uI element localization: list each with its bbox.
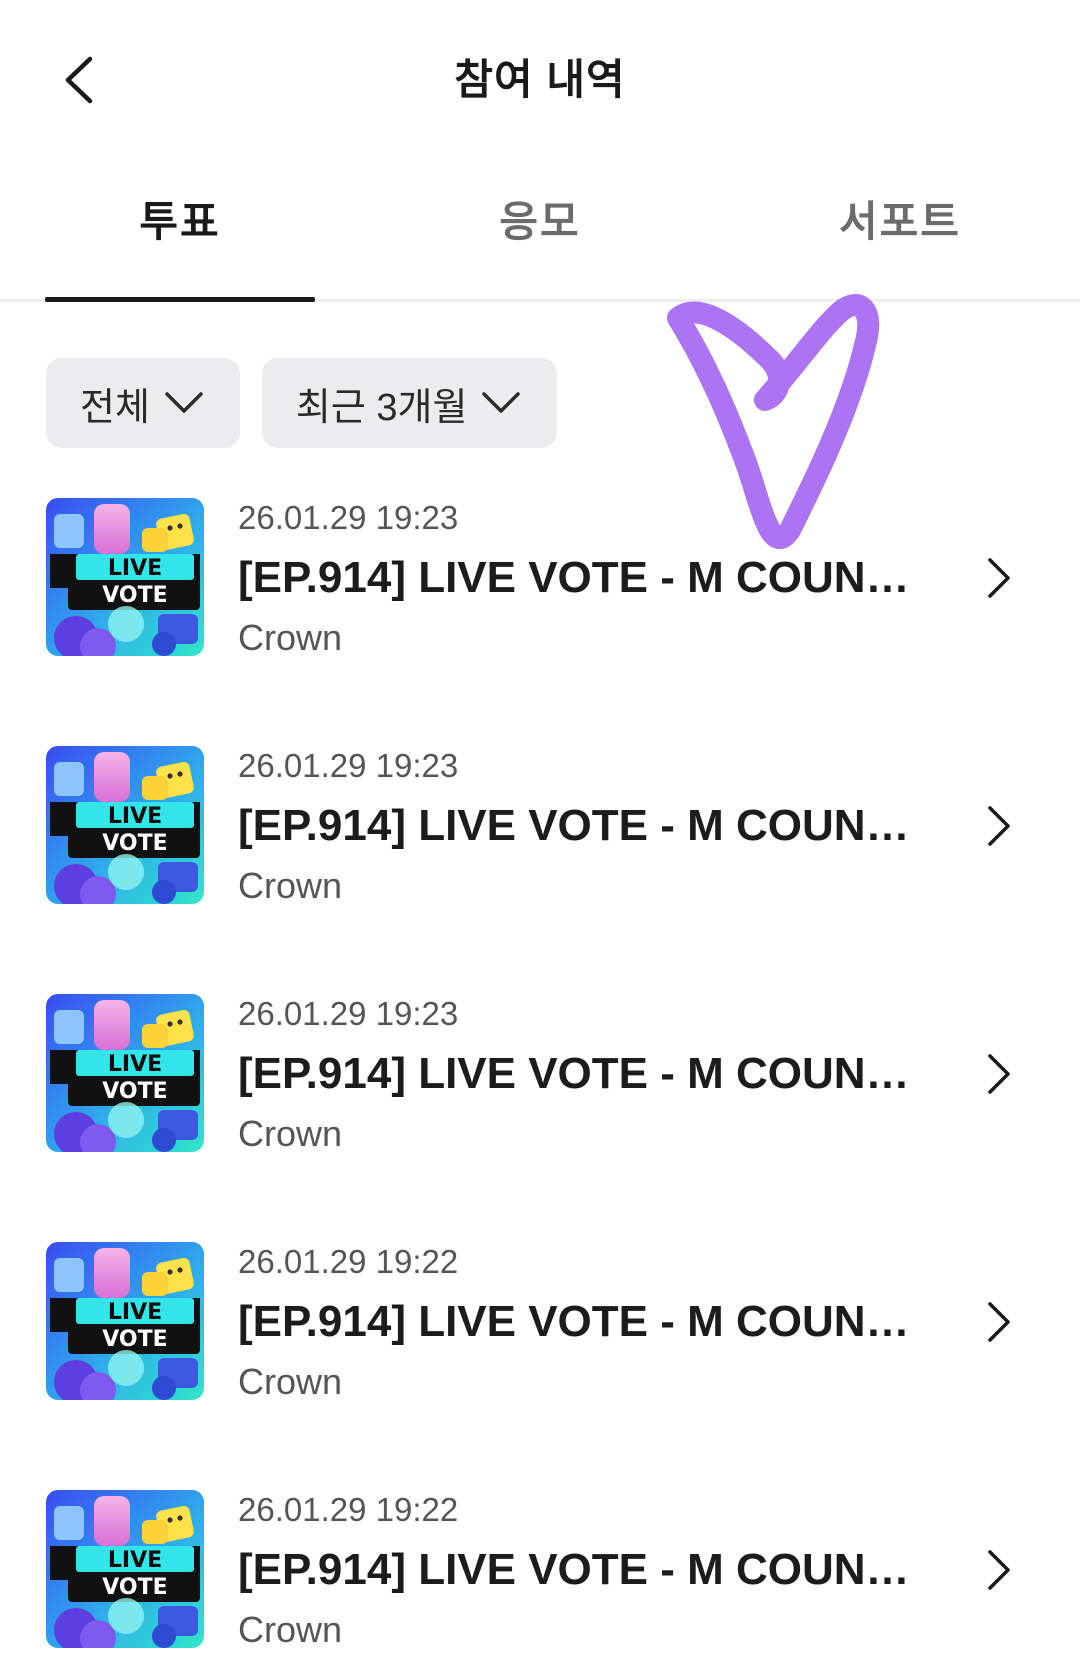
vote-subtitle: Crown: [238, 865, 343, 906]
participation-date: 26.01.29 19:22: [238, 1243, 459, 1280]
svg-text:LIVE: LIVE: [108, 556, 162, 581]
filter-bar: 전체 최근 3개월: [46, 358, 558, 448]
participation-date: 26.01.29 19:23: [238, 747, 459, 784]
svg-text:LIVE: LIVE: [108, 1300, 162, 1325]
svg-text:VOTE: VOTE: [102, 1079, 167, 1104]
tab-bar: 투표 응모 서포트: [0, 160, 1080, 302]
tab-vote[interactable]: 투표: [0, 160, 360, 302]
vote-title: [EP.914] LIVE VOTE - M COUNTDOWN: [238, 801, 928, 850]
active-tab-indicator: [45, 297, 315, 302]
list-item[interactable]: LIVE VOTE 26.01.29 19:22 [EP.914] LIVE V…: [0, 1490, 1080, 1674]
participation-date: 26.01.29 19:22: [238, 1491, 459, 1528]
vote-thumbnail: LIVE VOTE: [46, 746, 204, 904]
top-bar: 참여 내역: [0, 0, 1080, 160]
svg-text:VOTE: VOTE: [102, 583, 167, 608]
chevron-right-icon: [988, 1550, 1010, 1590]
vote-thumbnail: LIVE VOTE: [46, 498, 204, 656]
chevron-down-icon: [481, 383, 521, 423]
filter-label: 전체: [80, 386, 150, 429]
chevron-right-icon: [988, 558, 1010, 598]
tab-label: 서포트: [839, 197, 961, 245]
vote-title: [EP.914] LIVE VOTE - M COUNTDOWN: [238, 1545, 928, 1594]
vote-thumbnail: LIVE VOTE: [46, 994, 204, 1152]
tab-label: 투표: [139, 197, 221, 245]
vote-subtitle: Crown: [238, 1113, 343, 1154]
chevron-down-icon: [164, 383, 204, 423]
list-item[interactable]: LIVE VOTE 26.01.29 19:23 [EP.914] LIVE V…: [0, 746, 1080, 994]
tab-support[interactable]: 서포트: [720, 160, 1080, 299]
participation-date: 26.01.29 19:23: [238, 995, 459, 1032]
participation-history-screen: 참여 내역 투표 응모 서포트 전체 최근 3개월 LIVE VOTE 26.0…: [0, 0, 1080, 1674]
svg-text:LIVE: LIVE: [108, 804, 162, 829]
svg-text:VOTE: VOTE: [102, 1327, 167, 1352]
vote-thumbnail: LIVE VOTE: [46, 1490, 204, 1648]
svg-text:VOTE: VOTE: [102, 1575, 167, 1600]
list-item[interactable]: LIVE VOTE 26.01.29 19:23 [EP.914] LIVE V…: [0, 994, 1080, 1242]
vote-subtitle: Crown: [238, 617, 343, 658]
list-item[interactable]: LIVE VOTE 26.01.29 19:23 [EP.914] LIVE V…: [0, 498, 1080, 746]
participation-date: 26.01.29 19:23: [238, 499, 459, 536]
list-item[interactable]: LIVE VOTE 26.01.29 19:22 [EP.914] LIVE V…: [0, 1242, 1080, 1490]
tab-label: 응모: [499, 197, 581, 245]
page-title: 참여 내역: [454, 56, 626, 103]
chevron-right-icon: [988, 806, 1010, 846]
filter-label: 최근 3개월: [295, 386, 468, 429]
vote-title: [EP.914] LIVE VOTE - M COUNTDOWN: [238, 1049, 928, 1098]
period-filter-dropdown[interactable]: 최근 3개월: [261, 358, 558, 448]
chevron-right-icon: [988, 1054, 1010, 1094]
svg-text:LIVE: LIVE: [108, 1548, 162, 1573]
vote-title: [EP.914] LIVE VOTE - M COUNTDOWN: [238, 553, 928, 602]
vote-thumbnail: LIVE VOTE: [46, 1242, 204, 1400]
svg-text:LIVE: LIVE: [108, 1052, 162, 1077]
tab-entry[interactable]: 응모: [360, 160, 720, 299]
vote-subtitle: Crown: [238, 1609, 343, 1650]
chevron-right-icon: [988, 1302, 1010, 1342]
vote-title: [EP.914] LIVE VOTE - M COUNTDOWN: [238, 1297, 928, 1346]
svg-text:VOTE: VOTE: [102, 831, 167, 856]
vote-subtitle: Crown: [238, 1361, 343, 1402]
category-filter-dropdown[interactable]: 전체: [46, 358, 240, 448]
